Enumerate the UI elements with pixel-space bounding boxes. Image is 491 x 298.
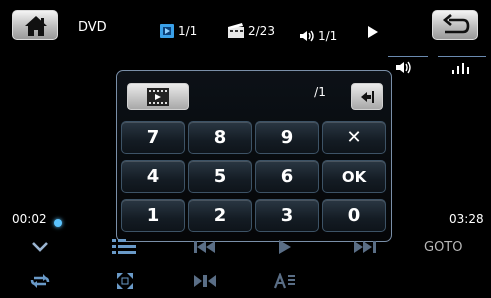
equalizer-icon bbox=[452, 63, 469, 74]
play-status-icon bbox=[368, 26, 378, 38]
next-icon bbox=[354, 241, 376, 253]
volume-tab[interactable] bbox=[388, 56, 428, 74]
chevron-down-icon bbox=[32, 242, 48, 252]
key-9[interactable]: 9 bbox=[255, 121, 319, 154]
back-button[interactable] bbox=[432, 10, 478, 40]
list-icon bbox=[112, 239, 136, 254]
key-2[interactable]: 2 bbox=[188, 199, 252, 232]
key-7[interactable]: 7 bbox=[121, 121, 185, 154]
collapse-button[interactable] bbox=[28, 238, 52, 256]
stop-icon bbox=[194, 275, 216, 287]
repeat-icon bbox=[30, 274, 50, 288]
zoom-button[interactable] bbox=[112, 272, 138, 290]
backspace-icon bbox=[361, 90, 374, 103]
playlist-button[interactable] bbox=[110, 238, 140, 256]
stop-button[interactable] bbox=[190, 272, 220, 290]
key-1[interactable]: 1 bbox=[121, 199, 185, 232]
key-6[interactable]: 6 bbox=[255, 160, 319, 193]
total-time: 03:28 bbox=[449, 212, 484, 226]
source-label: DVD bbox=[78, 20, 107, 35]
title-icon bbox=[160, 24, 174, 38]
video-menu-button[interactable] bbox=[127, 83, 189, 110]
backspace-button[interactable] bbox=[351, 83, 383, 110]
volume-icon bbox=[396, 61, 411, 74]
repeat-button[interactable] bbox=[28, 272, 52, 290]
chapter-counter: 2/23 bbox=[248, 24, 275, 38]
subtitle-icon bbox=[274, 273, 295, 289]
ok-key[interactable]: OK bbox=[322, 160, 386, 193]
elapsed-time: 00:02 bbox=[12, 212, 47, 226]
play-icon bbox=[279, 240, 291, 254]
audio-counter: 1/1 bbox=[318, 29, 338, 43]
key-8[interactable]: 8 bbox=[188, 121, 252, 154]
goto-button[interactable]: GOTO bbox=[424, 240, 462, 255]
next-button[interactable] bbox=[350, 238, 380, 256]
back-icon bbox=[442, 14, 470, 34]
clear-key[interactable]: ✕ bbox=[322, 121, 386, 154]
video-menu-icon bbox=[147, 87, 169, 106]
status-bar bbox=[0, 0, 491, 48]
play-button[interactable] bbox=[270, 238, 300, 256]
title-counter: 1/1 bbox=[178, 24, 198, 38]
zoom-icon bbox=[117, 273, 133, 289]
key-0[interactable]: 0 bbox=[322, 199, 386, 232]
key-3[interactable]: 3 bbox=[255, 199, 319, 232]
previous-button[interactable] bbox=[190, 238, 220, 256]
number-keypad: /1 7 8 9 ✕ 4 5 6 OK 1 2 3 0 bbox=[116, 70, 392, 242]
home-button[interactable] bbox=[12, 10, 58, 40]
home-icon bbox=[25, 16, 47, 36]
chapter-icon bbox=[228, 23, 244, 38]
subtitle-button[interactable] bbox=[272, 272, 298, 290]
audio-icon bbox=[300, 30, 314, 42]
progress-handle[interactable] bbox=[54, 219, 62, 227]
key-5[interactable]: 5 bbox=[188, 160, 252, 193]
equalizer-tab[interactable] bbox=[438, 56, 486, 74]
previous-icon bbox=[194, 241, 215, 253]
key-4[interactable]: 4 bbox=[121, 160, 185, 193]
input-display: /1 bbox=[314, 85, 326, 99]
